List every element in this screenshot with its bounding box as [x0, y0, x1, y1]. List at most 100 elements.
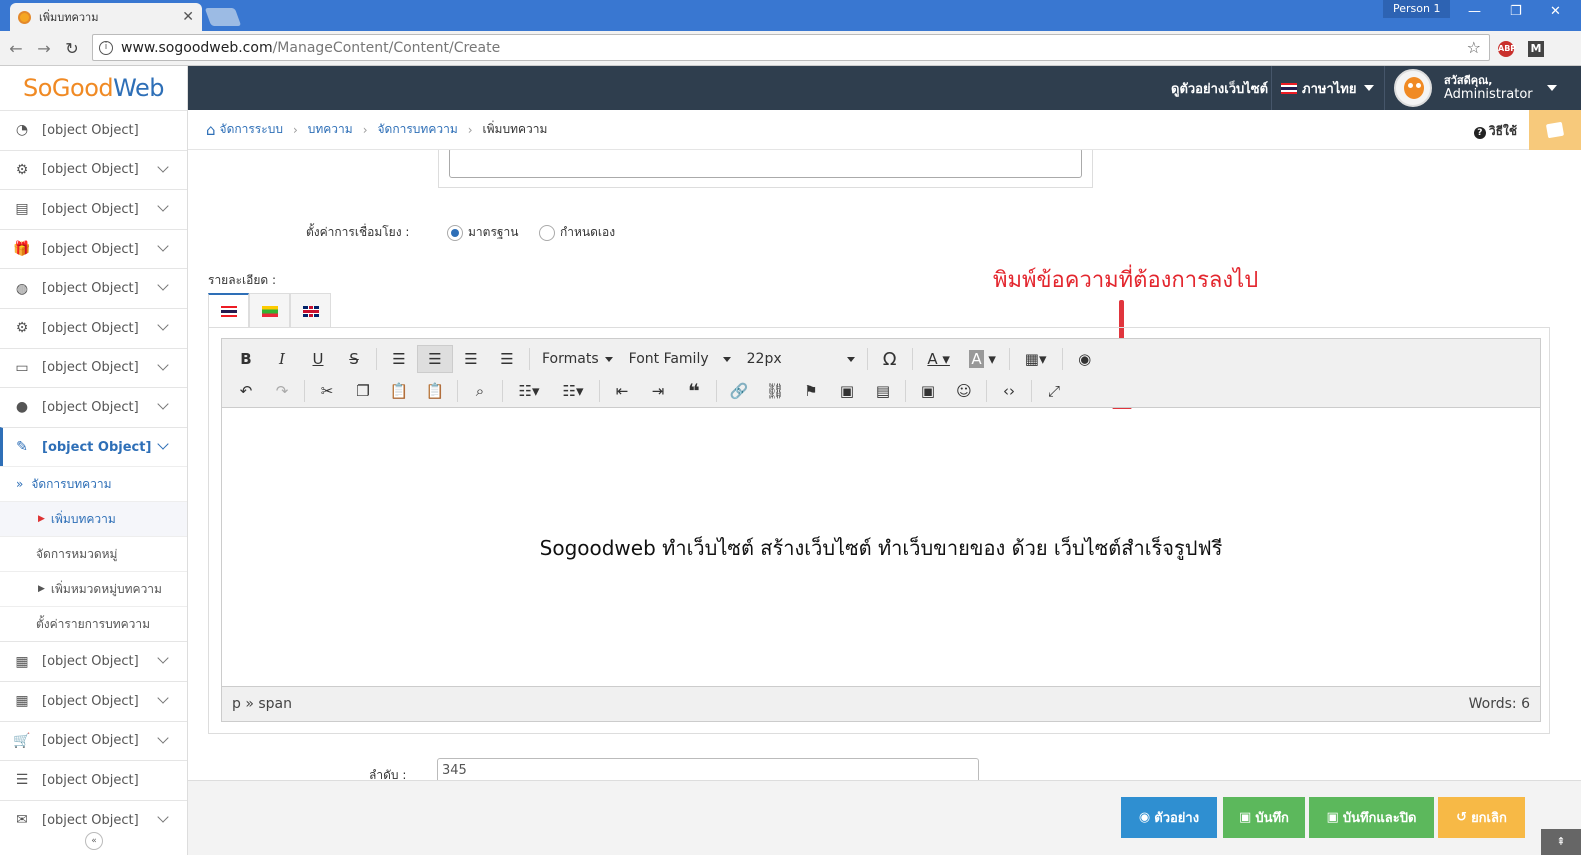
bold-icon[interactable]: B: [228, 345, 264, 373]
sidebar-item[interactable]: ⚙ [object Object]: [0, 149, 187, 190]
indent-icon[interactable]: ⇥: [640, 377, 676, 405]
sidebar-item[interactable]: ◔ [object Object]: [0, 110, 187, 150]
blockquote-icon[interactable]: ❝: [676, 377, 712, 405]
gift-icon: 🎁: [13, 241, 31, 258]
align-center-icon[interactable]: ☰: [417, 345, 453, 373]
strikethrough-icon[interactable]: S: [336, 345, 372, 373]
collapse-sidebar-icon[interactable]: «: [85, 832, 103, 850]
bullet-list-icon[interactable]: ☷▾: [507, 377, 551, 405]
table-icon[interactable]: ▦▾: [1014, 345, 1058, 373]
breadcrumb-item[interactable]: จัดการบทความ: [378, 120, 458, 139]
sidebar-item[interactable]: ● [object Object]: [0, 387, 187, 427]
bookmark-icon[interactable]: ⚑: [793, 377, 829, 405]
source-code-icon[interactable]: ‹›: [991, 377, 1027, 405]
browser-tab[interactable]: เพิ่มบทความ ✕: [10, 3, 202, 31]
link-icon[interactable]: 🔗: [721, 377, 757, 405]
close-tab-icon[interactable]: ✕: [182, 9, 194, 25]
sidebar-item[interactable]: ◍ [object Object]: [0, 268, 187, 308]
sidebar-subitem[interactable]: ▶ เพิ่มหมวดหมู่บทความ: [0, 571, 187, 606]
user-menu[interactable]: สวัสดีคุณ, Administrator: [1394, 66, 1557, 110]
notes-button[interactable]: [1529, 110, 1581, 150]
italic-icon[interactable]: I: [264, 345, 300, 373]
help-link[interactable]: ? วิธีใช้: [1473, 122, 1517, 141]
special-char-icon[interactable]: Ω: [872, 345, 908, 373]
view-site-link[interactable]: ดูตัวอย่างเว็บไซต์: [1171, 66, 1268, 110]
home-icon[interactable]: ⌂: [206, 121, 216, 139]
unlink-icon[interactable]: ⛓: [757, 377, 793, 405]
forward-icon[interactable]: →: [32, 39, 56, 58]
save-button[interactable]: ▣ บันทึก: [1223, 797, 1305, 838]
info-icon[interactable]: i: [99, 40, 113, 55]
emoticon-icon[interactable]: ☺: [946, 377, 982, 405]
preview-eye-icon[interactable]: ◉: [1067, 345, 1103, 373]
scroll-top-button[interactable]: ⇞: [1541, 829, 1581, 855]
logo[interactable]: SoGood Web: [0, 66, 187, 110]
radio-standard[interactable]: มาตรฐาน: [447, 223, 518, 242]
font-size-dropdown[interactable]: 22px: [739, 351, 863, 367]
save-icon: ▣: [1326, 810, 1339, 825]
save-close-button[interactable]: ▣ บันทึกและปิด: [1309, 797, 1434, 838]
gallery-icon[interactable]: ▣: [910, 377, 946, 405]
reload-icon[interactable]: ↻: [60, 39, 84, 58]
preview-button[interactable]: ◉ ตัวอย่าง: [1121, 797, 1217, 838]
paste-icon[interactable]: 📋: [381, 377, 417, 405]
sidebar-subitem[interactable]: ตั้งค่ารายการบทความ: [0, 606, 187, 641]
back-icon[interactable]: ←: [4, 39, 28, 58]
sidebar-item[interactable]: 🎁 [object Object]: [0, 228, 187, 269]
align-right-icon[interactable]: ☰: [453, 345, 489, 373]
sidebar-item[interactable]: ▭ [object Object]: [0, 347, 187, 388]
paste-text-icon[interactable]: 📋: [417, 377, 453, 405]
text-color-icon[interactable]: A ▾: [917, 345, 961, 373]
language-select[interactable]: ภาษาไทย: [1281, 66, 1375, 110]
find-replace-icon[interactable]: ⌕: [462, 377, 498, 405]
tab-thai[interactable]: [208, 293, 249, 328]
cancel-button[interactable]: ↺ ยกเลิก: [1438, 797, 1525, 838]
formats-dropdown[interactable]: Formats: [534, 351, 621, 367]
undo-icon[interactable]: ↶: [228, 377, 264, 405]
sidebar-item[interactable]: ▤ [object Object]: [0, 189, 187, 229]
tab-english[interactable]: [290, 293, 331, 328]
underline-icon[interactable]: U: [300, 345, 336, 373]
favicon-icon: [18, 10, 31, 24]
order-input[interactable]: 345: [437, 758, 979, 780]
profile-button[interactable]: Person 1: [1383, 0, 1451, 18]
background-color-icon[interactable]: A ▾: [961, 345, 1005, 373]
monitor-icon: ▭: [15, 359, 29, 376]
caret-right-icon: ▶: [38, 514, 45, 525]
url-input[interactable]: i www.sogoodweb.com/ManageContent/Conten…: [92, 34, 1490, 61]
outdent-icon[interactable]: ⇤: [604, 377, 640, 405]
minimize-icon[interactable]: —: [1468, 4, 1481, 19]
extension-m-icon[interactable]: M: [1528, 41, 1544, 57]
sidebar-subitem[interactable]: » จัดการบทความ: [0, 466, 187, 501]
textarea[interactable]: [449, 150, 1082, 178]
cut-icon[interactable]: ✂: [309, 377, 345, 405]
align-justify-icon[interactable]: ☰: [489, 345, 525, 373]
redo-icon[interactable]: ↷: [264, 377, 300, 405]
close-window-icon[interactable]: ✕: [1550, 4, 1561, 19]
restore-icon[interactable]: ❐: [1510, 4, 1522, 19]
editor-content[interactable]: Sogoodweb ทำเว็บไซต์ สร้างเว็บไซต์ ทำเว็…: [222, 409, 1540, 686]
copy-icon[interactable]: ❐: [345, 377, 381, 405]
align-left-icon[interactable]: ☰: [381, 345, 417, 373]
sidebar-item[interactable]: ▦ [object Object]: [0, 641, 187, 681]
sidebar-item-label: [object Object]: [42, 320, 139, 336]
image-icon[interactable]: ▣: [829, 377, 865, 405]
sidebar-item[interactable]: ⚙ [object Object]: [0, 307, 187, 348]
sidebar-item[interactable]: ✎ [object Object]: [0, 426, 187, 467]
adblock-icon[interactable]: ABP: [1498, 41, 1516, 57]
media-icon[interactable]: ▤: [865, 377, 901, 405]
sidebar-subitem[interactable]: ▶ เพิ่มบทความ: [0, 501, 187, 537]
star-icon[interactable]: ☆: [1467, 38, 1481, 57]
new-tab-button[interactable]: [204, 8, 242, 26]
tab-myanmar[interactable]: [249, 293, 290, 328]
numbered-list-icon[interactable]: ☷▾: [551, 377, 595, 405]
radio-custom[interactable]: กำหนดเอง: [539, 223, 615, 242]
sidebar-item[interactable]: ▦ [object Object]: [0, 680, 187, 721]
sidebar-item[interactable]: 🛒 [object Object]: [0, 720, 187, 761]
breadcrumb-item[interactable]: จัดการระบบ: [220, 120, 283, 139]
sidebar-item[interactable]: ☰ [object Object]: [0, 760, 187, 800]
sidebar-subitem[interactable]: จัดการหมวดหมู่: [0, 536, 187, 571]
fullscreen-icon[interactable]: ⤢: [1036, 377, 1072, 405]
font-family-dropdown[interactable]: Font Family: [621, 351, 739, 367]
breadcrumb-item[interactable]: บทความ: [308, 120, 353, 139]
